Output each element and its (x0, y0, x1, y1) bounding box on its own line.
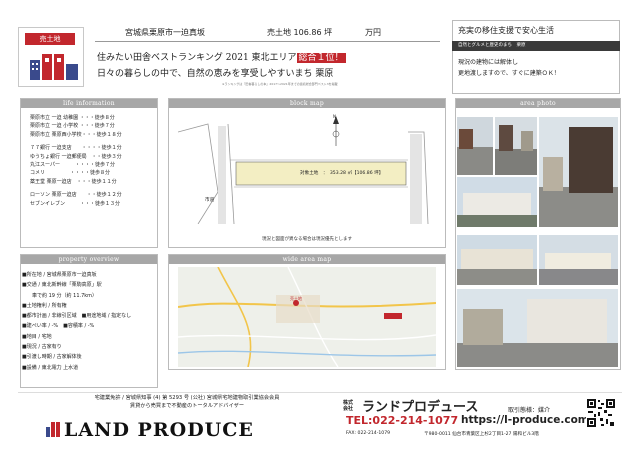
property-row: ■都市計画 / 非線引区域 ■用途地域 / 指定なし (22, 313, 132, 320)
life-info-item: 丸江スーパー ・・・・徒歩７分 (30, 162, 115, 169)
life-info-item: ゆうちょ銀行 一迫郵便局 ・・徒歩３分 (30, 153, 122, 160)
ranking-highlight: 総合１位！ (296, 53, 346, 63)
support-body: 現況の建物には解体し 更地渡しますので、すぐに建築ＯＫ！ (458, 57, 560, 79)
life-info-list: 栗原市立 一迫 幼稚園 ・・・徒歩８分 栗原市立 一迫 小学校 ・・・徒歩７分 … (30, 114, 122, 208)
catch-copy-prefix: 住みたい田舎ベストランキング 2021 東北エリア (97, 53, 297, 63)
road-strip (410, 134, 422, 224)
block-map-heading: block map (169, 99, 445, 108)
area-photo-heading: area photo (456, 99, 620, 108)
ranking-footnote: ※ランキングは『田舎暮らしの本』2017～2021年までの連続総合部門ベスト3を… (222, 82, 338, 86)
license-line: 賃貸から売買まで不動産のトータルアドバイザー (129, 403, 245, 409)
price-unit: 万円 (365, 28, 381, 37)
license-line: 宅建業免許 / 宮城県知事 (4) 第 5293 号 (公社) 宮城県宅地建物取… (94, 395, 280, 401)
life-info-item: ７７銀行 一迫支店 ・・・・徒歩１分 (30, 145, 122, 152)
property-row: ■引渡し時期 / 古家解体後 (22, 354, 82, 361)
road-outline (227, 123, 235, 224)
property-row: ■設備 / 東北電力 上水道 (22, 364, 79, 371)
support-subtitle: 自然とグルメと歴史のまち 栗原 (452, 41, 620, 51)
catch-copy-line-1: 住みたい田舎ベストランキング 2021 東北エリア 総合１位！ (97, 50, 346, 63)
company-name: ランドプロデュース (362, 400, 479, 415)
life-info-item: 薬王堂 栗原一迫店 ・・・徒歩１１分 (30, 178, 117, 185)
transaction-type: 取引態様：媒介 (508, 407, 551, 414)
area-photo-bank (457, 289, 618, 367)
fax-number: FAX: 022-214-1079 (346, 431, 391, 436)
website-link[interactable]: https://l-produce.com/ (461, 414, 593, 426)
footer-divider (18, 392, 622, 393)
life-info-item: コメリ ・・・・徒歩８分 (30, 170, 111, 177)
landmark-marker-icon (384, 313, 402, 319)
area-photo-supermarket (539, 235, 618, 285)
qr-code-icon[interactable] (586, 398, 616, 428)
property-row: ■現況 / 古家有り (22, 344, 62, 351)
area-photo-street (457, 117, 493, 175)
location-text: 宮城県栗原市一迫真坂 (125, 28, 205, 37)
life-info-item: 栗原市立 栗原西小学校・・・徒歩１８分 (30, 131, 122, 138)
road-label: 市道 (205, 198, 215, 203)
property-row: ■土地権利 / 所有権 (22, 302, 67, 309)
building-logo-icon (30, 54, 78, 80)
property-row: ■交通 / 東北新幹線「栗駒高原」駅 (22, 282, 102, 289)
lot-area-label: 対象土地 ： 353.28 ㎡【106.86 坪】 (300, 171, 384, 176)
footer-license: 宅建業免許 / 宮城県知事 (4) 第 5293 号 (公社) 宮城県宅地建物取… (52, 394, 322, 410)
price-label: 売土地 106.86 坪 (267, 28, 333, 37)
property-overview-heading: property overview (21, 255, 157, 264)
life-info-item: 栗原市立 一迫 小学校 ・・・徒歩７分 (30, 123, 115, 130)
support-body-line: 現況の建物には解体し (458, 59, 519, 66)
brand-name: LAND PRODUCE (64, 419, 254, 441)
area-photo-store (457, 235, 537, 285)
catch-copy-line-2: 日々の暮らしの中で、自然の恵みを享受しやすいまち 栗原 (97, 69, 334, 79)
map-pin-label: 売土地 (290, 296, 302, 301)
company-address: 〒980-0011 仙台市青葉区上杉2丁目1-27 陽和ビル3階 (424, 432, 539, 437)
wide-area-map-heading: wide area map (169, 255, 445, 264)
life-info-item: 栗原市立 一迫 幼稚園 ・・・徒歩８分 (30, 115, 115, 121)
area-photo-main-street (539, 117, 618, 227)
area-photo-school (457, 177, 537, 227)
block-map-drawing (178, 116, 429, 224)
road-outline (178, 123, 219, 224)
property-row: 車で約 19 分（約 11.7km） (22, 292, 98, 299)
category-badge: 売土地 (25, 33, 75, 45)
company-type-line: 会社 (343, 406, 354, 412)
listing-title: 宮城県栗原市一迫真坂 売土地 106.86 坪 万円 (95, 24, 440, 42)
property-row: ■地目 / 宅地 (22, 333, 52, 340)
life-info-item: ローソン 栗原一迫店 ・・徒歩１２分 (30, 192, 122, 199)
area-photo-road (495, 117, 537, 175)
property-row: ■建ぺい率 / -% ■容積率 / -% (22, 323, 95, 330)
company-type-label: 株式 会社 (343, 400, 353, 412)
brand-logo-icon (46, 422, 60, 437)
phone-number[interactable]: TEL:022-214-1077 (346, 414, 458, 427)
life-info-heading: life information (21, 99, 157, 108)
road-strip (218, 126, 226, 224)
support-title: 充実の移住支援で安心生活 (458, 26, 554, 35)
wide-area-map (178, 267, 436, 367)
north-label: N (333, 114, 336, 119)
north-arrow-icon (332, 116, 340, 146)
property-row: ■所在地 / 宮城県栗原市一迫真坂 (22, 272, 97, 278)
block-map-note: 現況と図面が異なる場合は現況優先とします (262, 237, 352, 242)
life-info-item: セブンイレブン ・・・徒歩１３分 (30, 200, 121, 207)
support-body-line: 更地渡しますので、すぐに建築ＯＫ！ (458, 70, 560, 77)
property-overview-list: ■所在地 / 宮城県栗原市一迫真坂 ■交通 / 東北新幹線「栗駒高原」駅 車で約… (22, 270, 131, 373)
